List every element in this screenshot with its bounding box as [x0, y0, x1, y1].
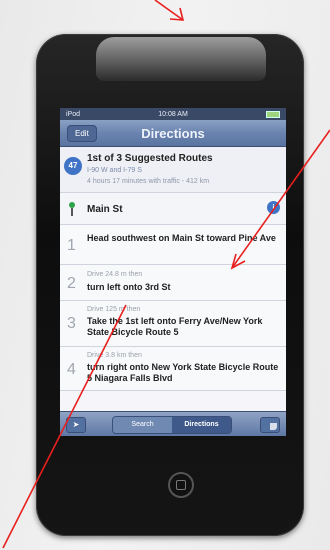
clock: 10:08 AM [158, 110, 188, 118]
bottom-toolbar: ➤ Search Directions [60, 411, 286, 436]
search-tab[interactable]: Search [113, 417, 172, 433]
navigation-bar: Edit Directions [60, 120, 286, 147]
map-pin-icon [69, 202, 75, 216]
battery-icon [266, 110, 280, 118]
direction-step[interactable]: 3 Drive 125 m then Take the 1st left ont… [60, 301, 286, 347]
direction-step[interactable]: 1 Head southwest on Main St toward Pine … [60, 225, 286, 265]
mode-segmented-control: Search Directions [112, 416, 232, 434]
step-distance: Drive 3.8 km then [87, 352, 142, 359]
home-square-icon [176, 480, 186, 490]
directions-tab[interactable]: Directions [172, 417, 231, 433]
route-summary[interactable]: 47 1st of 3 Suggested Routes I-90 W and … [60, 147, 286, 193]
step-number: 4 [67, 361, 76, 378]
carrier-label: iPod [66, 110, 81, 118]
screen-glare [96, 37, 266, 81]
route-via: I-90 W and I-79 S [87, 167, 142, 174]
route-title: 1st of 3 Suggested Routes [87, 153, 213, 164]
direction-step[interactable]: 4 Drive 3.8 km then turn right onto New … [60, 347, 286, 391]
device-screen: iPod 10:08 AM Edit Directions 47 1st of … [60, 108, 286, 436]
home-button[interactable] [168, 472, 194, 498]
step-text: turn right onto New York State Bicycle R… [87, 362, 279, 383]
page-curl-icon[interactable] [260, 417, 280, 433]
step-text: Head southwest on Main St toward Pine Av… [87, 233, 276, 243]
direction-step[interactable]: 2 Drive 24.8 m then turn left onto 3rd S… [60, 265, 286, 301]
step-distance: Drive 24.8 m then [87, 271, 143, 278]
step-distance: Drive 125 m then [87, 306, 141, 313]
step-number: 2 [67, 275, 76, 292]
top-arrow [154, 0, 184, 21]
step-number: 3 [67, 315, 76, 332]
step-text: Take the 1st left onto Ferry Ave/New Yor… [87, 316, 263, 337]
page-title: Directions [141, 126, 205, 141]
start-location-row[interactable]: Main St i [60, 193, 286, 225]
info-icon[interactable]: i [267, 201, 280, 214]
step-text: turn left onto 3rd St [87, 282, 171, 292]
route-time: 4 hours 17 minutes with traffic - 412 km [87, 178, 210, 185]
route-icon: 47 [64, 157, 82, 175]
ipod-device: iPod 10:08 AM Edit Directions 47 1st of … [36, 34, 304, 536]
step-number: 1 [67, 237, 76, 254]
status-bar: iPod 10:08 AM [60, 108, 286, 120]
start-location-label: Main St [87, 204, 123, 215]
location-arrow-icon[interactable]: ➤ [66, 417, 86, 433]
